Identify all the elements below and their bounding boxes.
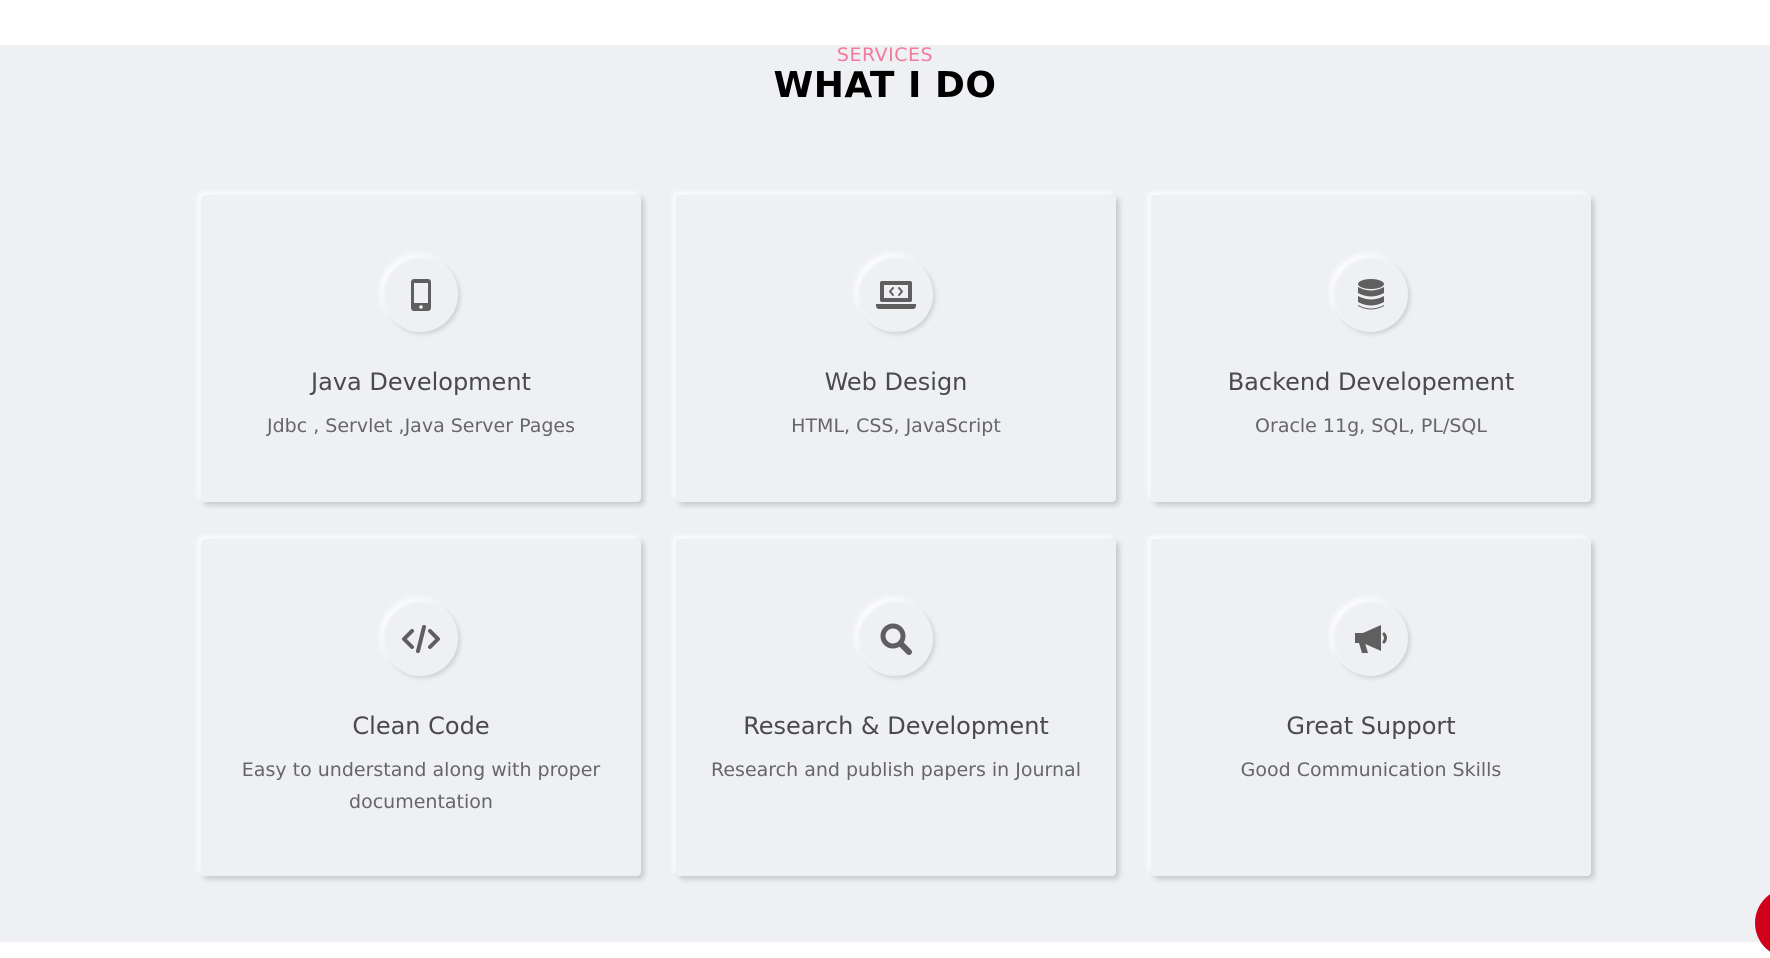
service-description: HTML, CSS, JavaScript: [791, 415, 1001, 437]
service-title: Clean Code: [352, 712, 490, 740]
service-title: Java Development: [311, 368, 531, 396]
service-description: Oracle 11g, SQL, PL/SQL: [1255, 415, 1487, 437]
service-card-research-development: Research & Development Research and publ…: [676, 539, 1116, 876]
database-icon: [1333, 257, 1408, 332]
top-navbar: [0, 0, 1770, 45]
service-card-java-development: Java Development Jdbc , Servlet ,Java Se…: [201, 195, 641, 502]
laptop-code-icon: [858, 257, 933, 332]
service-title: Web Design: [824, 368, 968, 396]
service-card-web-design: Web Design HTML, CSS, JavaScript: [676, 195, 1116, 502]
services-section: SERVICES WHAT I DO Java Development Jdbc…: [0, 45, 1770, 942]
code-icon: [383, 601, 458, 676]
mobile-icon: [383, 257, 458, 332]
service-title: Research & Development: [743, 712, 1049, 740]
search-icon: [858, 601, 933, 676]
service-card-great-support: Great Support Good Communication Skills: [1151, 539, 1591, 876]
service-title: Great Support: [1286, 712, 1456, 740]
service-title: Backend Developement: [1227, 368, 1515, 396]
section-heading: WHAT I DO: [773, 65, 997, 106]
service-description: Research and publish papers in Journal: [711, 759, 1081, 781]
service-card-clean-code: Clean Code Easy to understand along with…: [201, 539, 641, 876]
service-description: Jdbc , Servlet ,Java Server Pages: [266, 415, 575, 437]
service-description: Good Communication Skills: [1240, 759, 1502, 781]
service-card-backend-development: Backend Developement Oracle 11g, SQL, PL…: [1151, 195, 1591, 502]
megaphone-icon: [1333, 601, 1408, 676]
service-description: Easy to understand along with proper doc…: [241, 759, 601, 813]
